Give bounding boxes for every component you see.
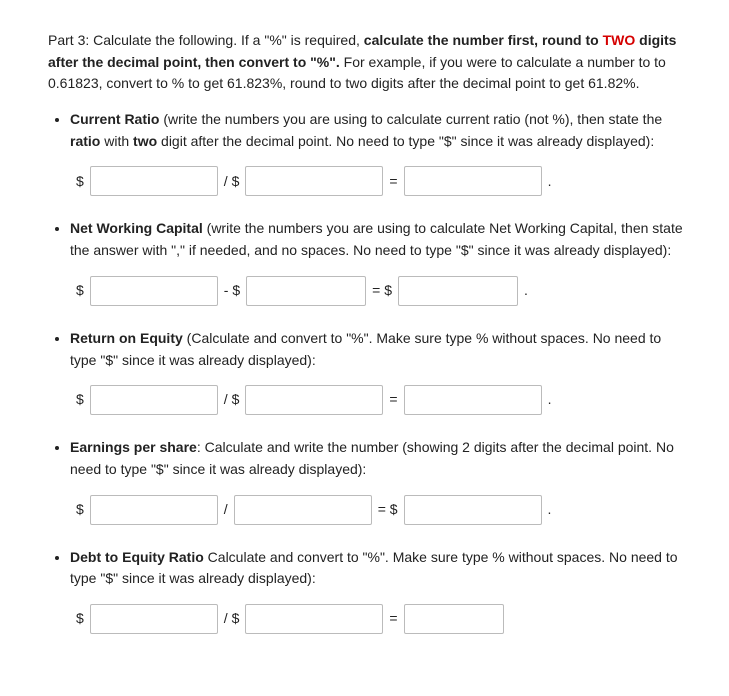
part-label: Part 3: bbox=[48, 32, 89, 48]
cr-text-b: with bbox=[104, 133, 129, 149]
dollar-sign: $ bbox=[76, 171, 84, 193]
eps-row: $ / = $ . bbox=[76, 495, 689, 525]
eps-input-1[interactable] bbox=[90, 495, 218, 525]
roe-input-1[interactable] bbox=[90, 385, 218, 415]
intro-lead: Calculate the following. If a "%" is req… bbox=[93, 32, 360, 48]
cr-title: Current Ratio bbox=[70, 111, 159, 127]
equals-sign: = bbox=[389, 389, 397, 411]
de-title: Debt to Equity Ratio bbox=[70, 549, 204, 565]
de-input-1[interactable] bbox=[90, 604, 218, 634]
trailing-period: . bbox=[548, 389, 552, 411]
trailing-period: . bbox=[548, 171, 552, 193]
eps-title: Earnings per share bbox=[70, 439, 197, 455]
nwc-input-2[interactable] bbox=[246, 276, 366, 306]
divide-dollar: / $ bbox=[224, 608, 240, 630]
roe-input-2[interactable] bbox=[245, 385, 383, 415]
intro-bold1: calculate the number first, round to bbox=[364, 32, 599, 48]
dollar-sign: $ bbox=[76, 389, 84, 411]
de-input-result[interactable] bbox=[404, 604, 504, 634]
item-de: Debt to Equity Ratio Calculate and conve… bbox=[70, 547, 689, 634]
divide-dollar: / $ bbox=[224, 389, 240, 411]
equals-dollar: = $ bbox=[378, 499, 398, 521]
de-row: $ / $ = bbox=[76, 604, 689, 634]
trailing-period: . bbox=[548, 499, 552, 521]
cr-input-2[interactable] bbox=[245, 166, 383, 196]
cr-bold-mid: two bbox=[133, 133, 157, 149]
item-nwc: Net Working Capital (write the numbers y… bbox=[70, 218, 689, 305]
item-roe: Return on Equity (Calculate and convert … bbox=[70, 328, 689, 415]
nwc-input-1[interactable] bbox=[90, 276, 218, 306]
nwc-title: Net Working Capital bbox=[70, 220, 203, 236]
nwc-input-result[interactable] bbox=[398, 276, 518, 306]
roe-input-result[interactable] bbox=[404, 385, 542, 415]
cr-text-a: (write the numbers you are using to calc… bbox=[163, 111, 662, 127]
minus-dollar: - $ bbox=[224, 280, 240, 302]
cr-text-c: digit after the decimal point. No need t… bbox=[161, 133, 654, 149]
dollar-sign: $ bbox=[76, 608, 84, 630]
divide-dollar: / $ bbox=[224, 171, 240, 193]
roe-title: Return on Equity bbox=[70, 330, 183, 346]
item-current-ratio: Current Ratio (write the numbers you are… bbox=[70, 109, 689, 196]
cr-input-result[interactable] bbox=[404, 166, 542, 196]
divide-sign: / bbox=[224, 499, 228, 521]
trailing-period: . bbox=[524, 280, 528, 302]
eps-input-2[interactable] bbox=[234, 495, 372, 525]
eps-input-result[interactable] bbox=[404, 495, 542, 525]
de-input-2[interactable] bbox=[245, 604, 383, 634]
cr-input-1[interactable] bbox=[90, 166, 218, 196]
item-eps: Earnings per share: Calculate and write … bbox=[70, 437, 689, 524]
equals-sign: = bbox=[389, 608, 397, 630]
cr-title2: ratio bbox=[70, 133, 100, 149]
equals-sign: = bbox=[389, 171, 397, 193]
dollar-sign: $ bbox=[76, 499, 84, 521]
roe-row: $ / $ = . bbox=[76, 385, 689, 415]
part3-intro: Part 3: Calculate the following. If a "%… bbox=[48, 30, 689, 95]
equals-dollar: = $ bbox=[372, 280, 392, 302]
dollar-sign: $ bbox=[76, 280, 84, 302]
nwc-row: $ - $ = $ . bbox=[76, 276, 689, 306]
intro-two: TWO bbox=[603, 32, 636, 48]
cr-row: $ / $ = . bbox=[76, 166, 689, 196]
